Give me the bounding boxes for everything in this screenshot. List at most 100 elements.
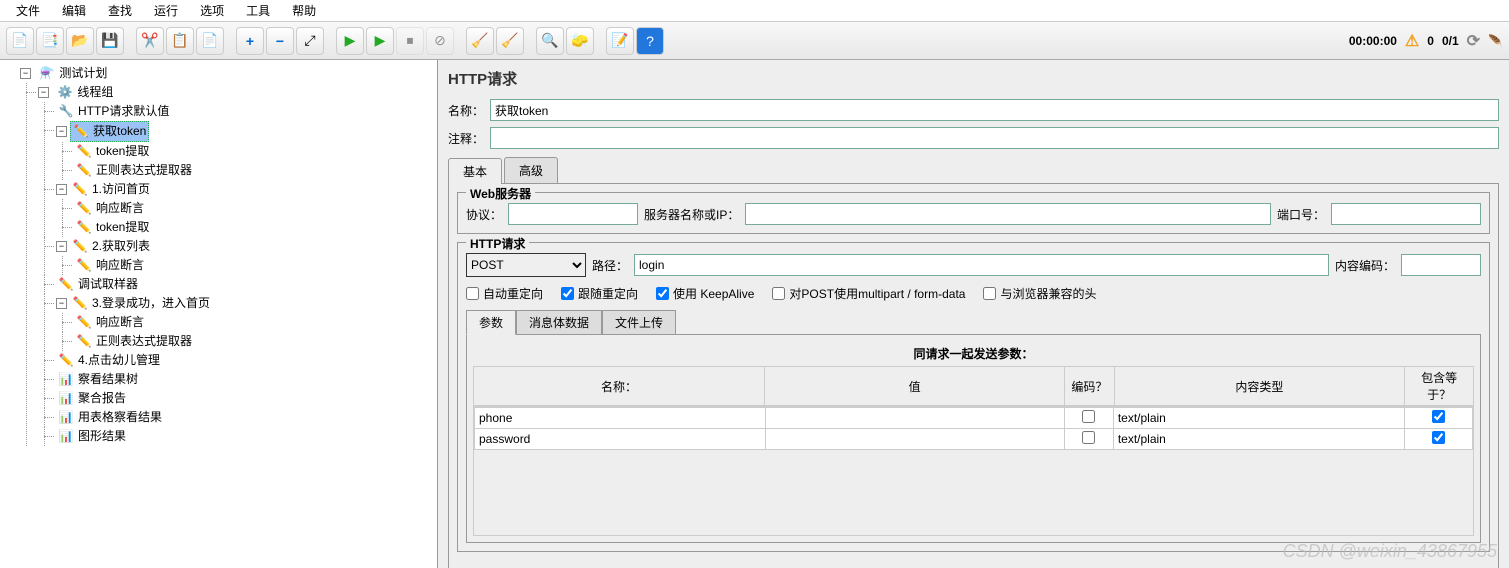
cb-keepalive[interactable]: 使用 KeepAlive xyxy=(656,285,754,302)
collapse-icon[interactable]: − xyxy=(266,27,294,55)
table-row[interactable]: password text/plain xyxy=(475,429,1473,450)
protocol-input[interactable] xyxy=(508,203,638,225)
port-label: 端口号： xyxy=(1277,206,1325,223)
menu-tools[interactable]: 工具 xyxy=(236,0,280,21)
method-select[interactable]: POST xyxy=(466,253,586,277)
server-input[interactable] xyxy=(745,203,1271,225)
tree-item[interactable]: 📊聚合报告 xyxy=(56,389,128,408)
tree-item[interactable]: ✏️获取token xyxy=(70,121,149,142)
th-name[interactable]: 名称： xyxy=(474,367,765,406)
tree-item[interactable]: ✏️响应断言 xyxy=(74,199,146,218)
reset-search-icon[interactable]: 🧽 xyxy=(566,27,594,55)
section-title-web-server: Web服务器 xyxy=(466,185,535,202)
help-icon[interactable]: ? xyxy=(636,27,664,55)
th-include-equals[interactable]: 包含等于？ xyxy=(1405,367,1474,406)
item-icon: ✏️ xyxy=(76,334,92,350)
tree-item[interactable]: ✏️1.访问首页 xyxy=(70,180,152,199)
tree-item[interactable]: 📊图形结果 xyxy=(56,427,128,446)
function-helper-icon[interactable]: 📝 xyxy=(606,27,634,55)
paste-icon[interactable]: 📄 xyxy=(196,27,224,55)
encoding-label: 内容编码： xyxy=(1335,257,1395,274)
tree-item[interactable]: 🔧HTTP请求默认值 xyxy=(56,102,171,121)
tree-toggle[interactable]: − xyxy=(56,298,67,309)
item-icon: ✏️ xyxy=(58,277,74,293)
item-icon: ✏️ xyxy=(72,296,88,312)
encode-checkbox[interactable] xyxy=(1082,410,1095,423)
table-row[interactable]: phone text/plain xyxy=(475,408,1473,429)
menu-edit[interactable]: 编辑 xyxy=(52,0,96,21)
item-icon: ✏️ xyxy=(76,315,92,331)
tree-item[interactable]: ✏️正则表达式提取器 xyxy=(74,332,194,351)
save-icon[interactable]: 💾 xyxy=(96,27,124,55)
th-content-type[interactable]: 内容类型 xyxy=(1114,367,1405,406)
warning-icon[interactable]: ⚠ xyxy=(1405,31,1419,51)
cut-icon[interactable]: ✂️ xyxy=(136,27,164,55)
item-icon: 📊 xyxy=(58,391,74,407)
tree-item[interactable]: 📊用表格察看结果 xyxy=(56,408,164,427)
comment-input[interactable] xyxy=(490,127,1499,149)
cb-follow-redirect[interactable]: 跟随重定向 xyxy=(561,285,638,302)
cb-auto-redirect[interactable]: 自动重定向 xyxy=(466,285,543,302)
port-input[interactable] xyxy=(1331,203,1481,225)
inner-tab-params[interactable]: 参数 xyxy=(466,310,516,335)
menu-bar: 文件 编辑 查找 运行 选项 工具 帮助 xyxy=(0,0,1509,22)
item-icon: ✏️ xyxy=(58,353,74,369)
tree-item[interactable]: ✏️token提取 xyxy=(74,142,151,161)
tree-item[interactable]: ✏️3.登录成功，进入首页 xyxy=(70,294,212,313)
item-icon: 📊 xyxy=(58,372,74,388)
menu-run[interactable]: 运行 xyxy=(144,0,188,21)
encode-checkbox[interactable] xyxy=(1082,431,1095,444)
include-equals-checkbox[interactable] xyxy=(1432,431,1445,444)
start-icon[interactable]: ▶ xyxy=(336,27,364,55)
clear-all-icon[interactable]: 🧹 xyxy=(496,27,524,55)
flask-icon: ⚗️ xyxy=(39,66,55,82)
tree-item[interactable]: ✏️4.点击幼儿管理 xyxy=(56,351,162,370)
menu-options[interactable]: 选项 xyxy=(190,0,234,21)
tree-thread-group[interactable]: ⚙️ 线程组 xyxy=(55,83,115,102)
shutdown-icon[interactable]: ⊘ xyxy=(426,27,454,55)
params-table: 名称： 值 编码？ 内容类型 包含等于？ xyxy=(473,366,1474,406)
start-no-timers-icon[interactable]: ▶ xyxy=(366,27,394,55)
th-encode[interactable]: 编码？ xyxy=(1065,367,1114,406)
tab-advanced[interactable]: 高级 xyxy=(504,157,558,183)
toolbar: 📄 📑 📂 💾 ✂️ 📋 📄 + − ⤢ ▶ ▶ ⏹ ⊘ 🧹 🧹 🔍 🧽 📝 ?… xyxy=(0,22,1509,60)
tree-toggle[interactable]: − xyxy=(20,68,31,79)
inner-tab-body[interactable]: 消息体数据 xyxy=(516,310,602,335)
menu-help[interactable]: 帮助 xyxy=(282,0,326,21)
tree-item[interactable]: ✏️2.获取列表 xyxy=(70,237,152,256)
tree-item[interactable]: ✏️token提取 xyxy=(74,218,151,237)
tree-toggle[interactable]: − xyxy=(38,87,49,98)
refresh-icon[interactable]: ⟳ xyxy=(1467,31,1480,51)
name-input[interactable] xyxy=(490,99,1499,121)
stop-icon[interactable]: ⏹ xyxy=(396,27,424,55)
tree-item[interactable]: ✏️响应断言 xyxy=(74,256,146,275)
tree-toggle[interactable]: − xyxy=(56,241,67,252)
encoding-input[interactable] xyxy=(1401,254,1481,276)
include-equals-checkbox[interactable] xyxy=(1432,410,1445,423)
path-input[interactable] xyxy=(634,254,1329,276)
th-value[interactable]: 值 xyxy=(764,367,1064,406)
tree-toggle[interactable]: − xyxy=(56,126,67,137)
item-icon: ✏️ xyxy=(76,144,92,160)
inner-tab-files[interactable]: 文件上传 xyxy=(602,310,676,335)
tree-item[interactable]: ✏️正则表达式提取器 xyxy=(74,161,194,180)
toggle-icon[interactable]: ⤢ xyxy=(296,27,324,55)
clear-icon[interactable]: 🧹 xyxy=(466,27,494,55)
copy-icon[interactable]: 📋 xyxy=(166,27,194,55)
tab-basic[interactable]: 基本 xyxy=(448,158,502,184)
expand-icon[interactable]: + xyxy=(236,27,264,55)
cb-multipart[interactable]: 对POST使用multipart / form-data xyxy=(772,285,965,302)
menu-search[interactable]: 查找 xyxy=(98,0,142,21)
tree-item[interactable]: ✏️响应断言 xyxy=(74,313,146,332)
tree-item[interactable]: 📊察看结果树 xyxy=(56,370,140,389)
tree-toggle[interactable]: − xyxy=(56,184,67,195)
search-icon[interactable]: 🔍 xyxy=(536,27,564,55)
tree-test-plan[interactable]: ⚗️ 测试计划 xyxy=(37,64,109,83)
open-icon[interactable]: 📂 xyxy=(66,27,94,55)
item-icon: ✏️ xyxy=(76,258,92,274)
cb-browser-headers[interactable]: 与浏览器兼容的头 xyxy=(983,285,1096,302)
templates-icon[interactable]: 📑 xyxy=(36,27,64,55)
tree-item[interactable]: ✏️调试取样器 xyxy=(56,275,140,294)
new-icon[interactable]: 📄 xyxy=(6,27,34,55)
menu-file[interactable]: 文件 xyxy=(6,0,50,21)
